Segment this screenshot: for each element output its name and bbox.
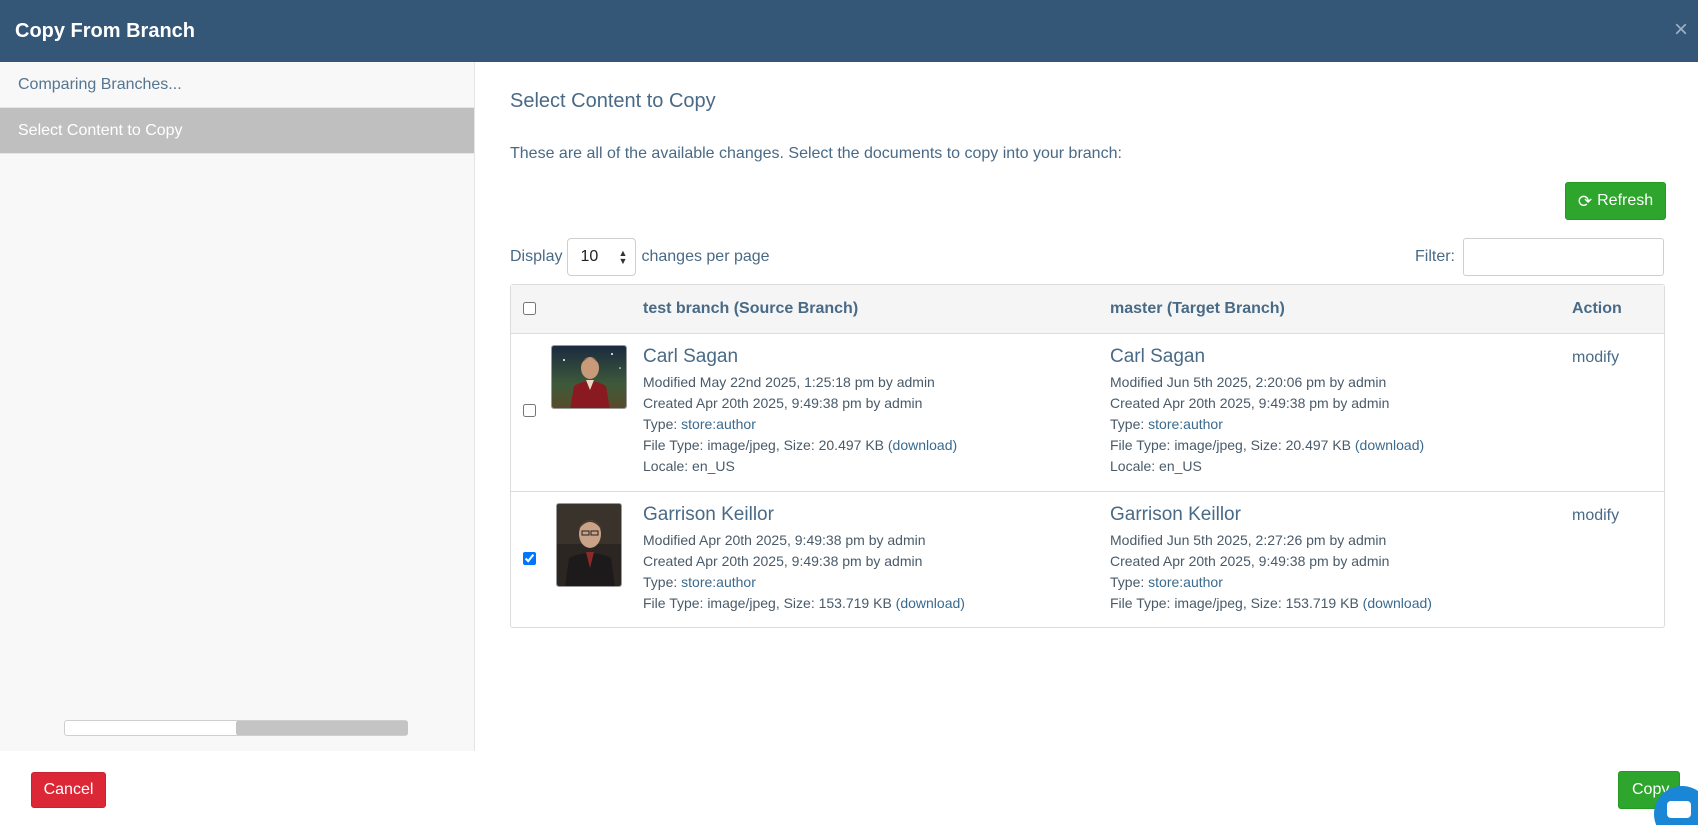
cancel-button[interactable]: Cancel — [31, 772, 106, 808]
target-modified: Modified Jun 5th 2025, 2:27:26 pm by adm… — [1110, 532, 1387, 548]
type-label: Type: — [1110, 574, 1149, 590]
step-comparing-branches[interactable]: Comparing Branches... — [0, 62, 474, 108]
target-cell: Garrison Keillor Modified Jun 5th 2025, … — [1110, 504, 1432, 614]
carl-sagan-thumbnail — [551, 345, 627, 409]
type-label: Type: — [643, 574, 682, 590]
target-document-name[interactable]: Carl Sagan — [1110, 346, 1424, 368]
source-document-name[interactable]: Garrison Keillor — [643, 504, 965, 526]
source-type-link[interactable]: store:author — [681, 574, 756, 590]
type-label: Type: — [1110, 416, 1149, 432]
target-document-name[interactable]: Garrison Keillor — [1110, 504, 1432, 526]
wizard-sidebar: Comparing Branches... Select Content to … — [0, 62, 475, 751]
chat-icon — [1667, 801, 1691, 818]
type-label: Type: — [643, 416, 682, 432]
file-info-text: File Type: image/jpeg, Size: 153.719 KB — [1110, 595, 1363, 611]
close-icon[interactable]: × — [1674, 18, 1688, 42]
source-document-name[interactable]: Carl Sagan — [643, 346, 957, 368]
source-type: Type: store:author — [643, 414, 957, 435]
source-cell: Carl Sagan Modified May 22nd 2025, 1:25:… — [643, 346, 957, 477]
file-info-text: File Type: image/jpeg, Size: 153.719 KB — [643, 595, 896, 611]
page-size-value: 10 — [580, 248, 599, 265]
copy-from-branch-modal: Copy From Branch × Comparing Branches...… — [0, 0, 1698, 825]
select-arrows-icon: ▲ ▼ — [618, 248, 628, 266]
target-type-link[interactable]: store:author — [1148, 574, 1223, 590]
file-info-text: File Type: image/jpeg, Size: 20.497 KB — [643, 437, 888, 453]
source-modified: Modified Apr 20th 2025, 9:49:38 pm by ad… — [643, 532, 926, 548]
page-size-control: Display 10 ▲ ▼ changes per page — [510, 238, 770, 276]
target-created: Created Apr 20th 2025, 9:49:38 pm by adm… — [1110, 395, 1390, 411]
target-type: Type: store:author — [1110, 414, 1424, 435]
source-type: Type: store:author — [643, 572, 965, 593]
refresh-label: Refresh — [1597, 192, 1654, 209]
source-locale: Locale: en_US — [643, 458, 735, 474]
table-row: Carl Sagan Modified May 22nd 2025, 1:25:… — [511, 334, 1664, 492]
source-branch-header: test branch (Source Branch) — [643, 300, 859, 317]
target-modified: Modified Jun 5th 2025, 2:20:06 pm by adm… — [1110, 374, 1387, 390]
garrison-keillor-thumbnail — [556, 503, 622, 587]
page-size-select[interactable]: 10 ▲ ▼ — [567, 238, 637, 276]
target-type: Type: store:author — [1110, 572, 1432, 593]
action-header: Action — [1572, 300, 1622, 317]
target-file-info: File Type: image/jpeg, Size: 153.719 KB … — [1110, 593, 1432, 614]
source-type-link[interactable]: store:author — [681, 416, 756, 432]
target-download-link[interactable]: (download) — [1363, 595, 1432, 611]
target-created: Created Apr 20th 2025, 9:49:38 pm by adm… — [1110, 553, 1390, 569]
refresh-icon: ⟳ — [1577, 191, 1593, 211]
changes-table: test branch (Source Branch) master (Targ… — [510, 284, 1665, 628]
filter-control: Filter: — [1415, 238, 1664, 276]
sidebar-horizontal-scrollbar[interactable] — [64, 720, 408, 736]
step-select-content[interactable]: Select Content to Copy — [0, 108, 474, 154]
per-page-label: changes per page — [641, 248, 770, 265]
table-header: test branch (Source Branch) master (Targ… — [511, 285, 1664, 334]
source-created: Created Apr 20th 2025, 9:49:38 pm by adm… — [643, 553, 923, 569]
display-label: Display — [510, 248, 563, 265]
scrollbar-thumb[interactable] — [236, 721, 408, 735]
section-description: These are all of the available changes. … — [510, 145, 1122, 162]
source-download-link[interactable]: (download) — [896, 595, 965, 611]
modal-body: Comparing Branches... Select Content to … — [0, 62, 1698, 751]
row-checkbox[interactable] — [523, 552, 536, 565]
table-row: Garrison Keillor Modified Apr 20th 2025,… — [511, 492, 1664, 627]
modal-footer: Cancel Copy — [0, 751, 1698, 825]
source-cell: Garrison Keillor Modified Apr 20th 2025,… — [643, 504, 965, 614]
target-locale: Locale: en_US — [1110, 458, 1202, 474]
refresh-button[interactable]: ⟳ Refresh — [1565, 182, 1666, 220]
file-info-text: File Type: image/jpeg, Size: 20.497 KB — [1110, 437, 1355, 453]
row-checkbox[interactable] — [523, 404, 536, 417]
source-download-link[interactable]: (download) — [888, 437, 957, 453]
row-action[interactable]: modify — [1572, 507, 1619, 525]
source-created: Created Apr 20th 2025, 9:49:38 pm by adm… — [643, 395, 923, 411]
target-cell: Carl Sagan Modified Jun 5th 2025, 2:20:0… — [1110, 346, 1424, 477]
source-modified: Modified May 22nd 2025, 1:25:18 pm by ad… — [643, 374, 935, 390]
filter-label: Filter: — [1415, 248, 1455, 265]
modal-title: Copy From Branch — [15, 19, 196, 42]
select-all-checkbox[interactable] — [523, 302, 536, 315]
source-file-info: File Type: image/jpeg, Size: 20.497 KB (… — [643, 435, 957, 456]
target-file-info: File Type: image/jpeg, Size: 20.497 KB (… — [1110, 435, 1424, 456]
row-action[interactable]: modify — [1572, 349, 1619, 367]
modal-header: Copy From Branch × — [0, 0, 1698, 62]
target-download-link[interactable]: (download) — [1355, 437, 1424, 453]
target-type-link[interactable]: store:author — [1148, 416, 1223, 432]
filter-input[interactable] — [1463, 238, 1664, 276]
main-panel: Select Content to Copy These are all of … — [475, 62, 1698, 751]
section-heading: Select Content to Copy — [510, 90, 716, 112]
source-file-info: File Type: image/jpeg, Size: 153.719 KB … — [643, 593, 965, 614]
target-branch-header: master (Target Branch) — [1110, 300, 1285, 317]
